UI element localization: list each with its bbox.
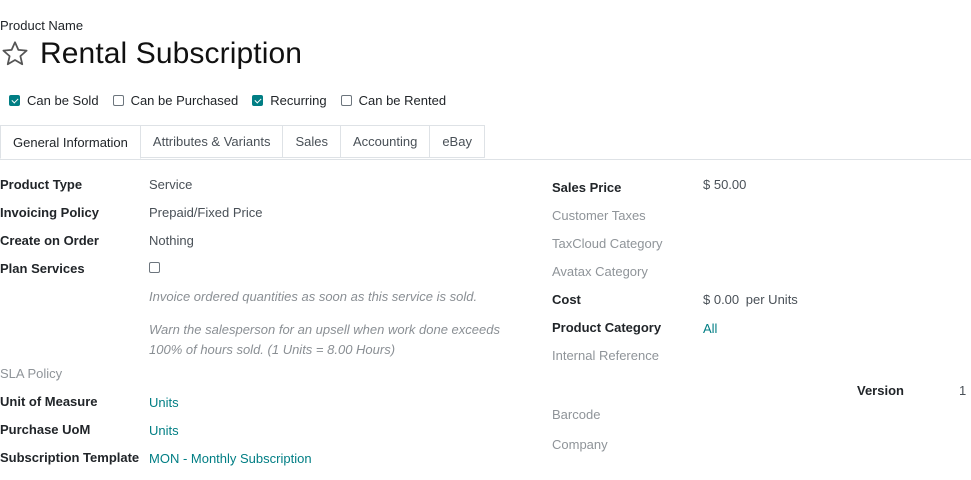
tab-attributes-variants[interactable]: Attributes & Variants	[140, 125, 284, 158]
product-title[interactable]: Rental Subscription	[40, 37, 302, 71]
internal-reference-label: Internal Reference	[552, 348, 659, 363]
product-type-field[interactable]: Service	[149, 177, 192, 192]
product-name-label: Product Name	[0, 18, 84, 33]
tab-sales[interactable]: Sales	[283, 125, 341, 158]
options-row: Can be Sold Can be Purchased Recurring C…	[9, 92, 460, 108]
subscription-template-label: Subscription Template	[0, 450, 140, 465]
plan-services-checkbox[interactable]	[149, 262, 160, 273]
sales-price-field[interactable]: $ 50.00	[703, 177, 746, 192]
taxcloud-category-label: TaxCloud Category	[552, 236, 663, 251]
star-outline-icon[interactable]	[0, 39, 30, 69]
invoicing-policy-label: Invoicing Policy	[0, 205, 99, 220]
checkbox-unchecked-icon[interactable]	[112, 94, 124, 106]
option-label: Can be Purchased	[130, 92, 239, 108]
product-type-label: Product Type	[0, 177, 83, 192]
title-row: Rental Subscription	[0, 34, 302, 74]
subscription-template-field[interactable]: MON - Monthly Subscription	[149, 451, 312, 466]
product-category-label: Product Category	[552, 320, 662, 335]
option-can-be-sold[interactable]: Can be Sold	[9, 93, 99, 108]
option-label: Recurring	[270, 92, 327, 108]
checkbox-checked-icon[interactable]	[252, 94, 264, 106]
barcode-label: Barcode	[552, 407, 601, 422]
purchase-uom-label: Purchase UoM	[0, 422, 91, 437]
option-can-be-rented[interactable]: Can be Rented	[340, 92, 447, 108]
tab-ebay[interactable]: eBay	[430, 125, 485, 158]
unit-of-measure-field[interactable]: Units	[149, 395, 179, 410]
tab-general-information[interactable]: General Information	[0, 125, 141, 159]
plan-services-label: Plan Services	[0, 261, 85, 276]
tab-accounting[interactable]: Accounting	[340, 125, 431, 158]
cost-value: $ 0.00	[703, 292, 740, 307]
notebook-tabs: General Information Attributes & Variant…	[0, 125, 971, 160]
sla-policy-label: SLA Policy	[0, 366, 63, 381]
unit-of-measure-label: Unit of Measure	[0, 394, 98, 409]
option-can-be-purchased[interactable]: Can be Purchased	[112, 92, 239, 108]
cost-field[interactable]: $ 0.00 per Units	[703, 292, 798, 307]
company-label: Company	[552, 437, 608, 452]
option-label: Can be Sold	[27, 92, 99, 108]
option-recurring[interactable]: Recurring	[252, 92, 327, 108]
cost-unit: per Units	[745, 292, 798, 307]
sales-price-label: Sales Price	[552, 180, 622, 195]
upsell-help-line1: Warn the salesperson for an upsell when …	[149, 322, 500, 337]
product-category-field[interactable]: All	[703, 321, 717, 336]
create-on-order-label: Create on Order	[0, 233, 99, 248]
version-label: Version	[857, 383, 904, 398]
upsell-help-line2: 100% of hours sold. (1 Units = 8.00 Hour…	[149, 342, 396, 357]
cost-label: Cost	[552, 292, 581, 307]
invoicing-policy-field[interactable]: Prepaid/Fixed Price	[149, 205, 262, 220]
customer-taxes-label: Customer Taxes	[552, 208, 646, 223]
avatax-category-label: Avatax Category	[552, 264, 648, 279]
purchase-uom-field[interactable]: Units	[149, 423, 179, 438]
option-label: Can be Rented	[358, 92, 447, 108]
plan-services-help: Invoice ordered quantities as soon as th…	[149, 289, 478, 304]
checkbox-unchecked-icon[interactable]	[340, 94, 352, 106]
checkbox-checked-icon[interactable]	[9, 94, 20, 106]
create-on-order-field[interactable]: Nothing	[149, 233, 194, 248]
version-field[interactable]: 1	[959, 383, 966, 398]
